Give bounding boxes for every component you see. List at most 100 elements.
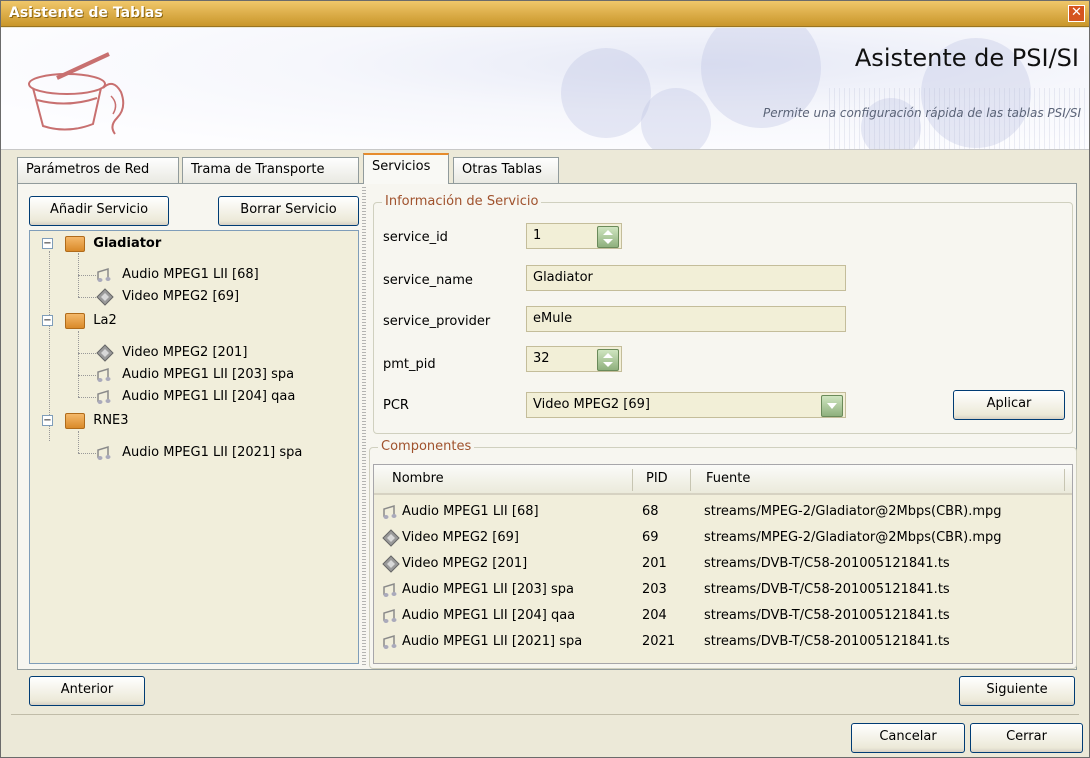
close-button[interactable]: Cerrar (970, 723, 1083, 753)
collapse-icon[interactable]: − (42, 238, 53, 249)
collapse-icon[interactable]: − (42, 315, 53, 326)
table-row[interactable]: Audio MPEG1 LII [203] spa 203 streams/DV… (374, 577, 1072, 603)
video-icon (96, 343, 114, 362)
tree-leaf[interactable]: Video MPEG2 [201] (96, 342, 247, 364)
service-provider-field[interactable]: eMule (526, 306, 846, 332)
table-row[interactable]: Audio MPEG1 LII [204] qaa 204 streams/DV… (374, 603, 1072, 629)
video-icon (382, 529, 400, 547)
audio-icon (383, 504, 397, 519)
component-pid: 204 (642, 608, 667, 623)
audio-icon (97, 389, 111, 404)
window-title: Asistente de Tablas (9, 5, 163, 21)
service-id-value: 1 (533, 228, 542, 243)
component-pid: 201 (642, 556, 667, 571)
component-name: Video MPEG2 [201] (402, 556, 528, 571)
component-pid: 2021 (642, 634, 676, 649)
components-legend: Componentes (378, 439, 475, 454)
service-provider-label: service_provider (383, 314, 491, 329)
component-source: streams/MPEG-2/Gladiator@2Mbps(CBR).mpg (704, 504, 1002, 519)
table-row[interactable]: Video MPEG2 [69] 69 streams/MPEG-2/Gladi… (374, 525, 1072, 551)
tree-node-label: RNE3 (93, 413, 129, 428)
tree-node-label: Gladiator (93, 236, 162, 251)
audio-icon (383, 634, 397, 649)
tree-node-gladiator[interactable]: − Gladiator (42, 233, 161, 255)
component-name: Video MPEG2 [69] (402, 530, 519, 545)
tree-node-la2[interactable]: − La2 (42, 310, 117, 332)
pcr-label: PCR (383, 398, 409, 413)
chevron-down-icon[interactable] (821, 395, 843, 417)
tree-leaf[interactable]: Audio MPEG1 LII [204] qaa (96, 386, 295, 408)
spin-icon[interactable] (597, 349, 619, 371)
tab-transport-stream[interactable]: Trama de Transporte (182, 157, 359, 183)
table-row[interactable]: Video MPEG2 [201] 201 streams/DVB-T/C58-… (374, 551, 1072, 577)
component-pid: 69 (642, 530, 659, 545)
video-icon (96, 287, 114, 306)
service-id-label: service_id (383, 230, 448, 245)
component-source: streams/DVB-T/C58-201005121841.ts (704, 608, 950, 623)
tree-leaf-label: Video MPEG2 [69] (122, 289, 240, 304)
banner-subheading: Permite una configuración rápida de las … (763, 106, 1081, 120)
component-name: Audio MPEG1 LII [204] qaa (402, 608, 576, 623)
tree-node-rne3[interactable]: − RNE3 (42, 410, 129, 432)
component-pid: 68 (642, 504, 659, 519)
component-name: Audio MPEG1 LII [2021] spa (402, 634, 583, 649)
folder-icon (65, 312, 86, 329)
title-bar[interactable]: Asistente de Tablas ✕ (1, 1, 1089, 27)
tree-leaf[interactable]: Audio MPEG1 LII [68] (96, 264, 259, 286)
component-source: streams/DVB-T/C58-201005121841.ts (704, 556, 950, 571)
add-service-button[interactable]: Añadir Servicio (29, 196, 169, 226)
collapse-icon[interactable]: − (42, 415, 53, 426)
tree-leaf[interactable]: Audio MPEG1 LII [2021] spa (96, 442, 302, 464)
banner: Asistente de PSI/SI Permite una configur… (1, 28, 1089, 150)
tree-leaf[interactable]: Audio MPEG1 LII [203] spa (96, 364, 294, 386)
tab-network-params[interactable]: Parámetros de Red (17, 157, 179, 183)
column-header-pid[interactable]: PID (646, 471, 668, 489)
components-list-header: Nombre PID Fuente (374, 465, 1072, 495)
component-source: streams/DVB-T/C58-201005121841.ts (704, 582, 950, 597)
component-pid: 203 (642, 582, 667, 597)
tab-services[interactable]: Servicios (363, 153, 449, 184)
tree-leaf[interactable]: Video MPEG2 [69] (96, 286, 239, 308)
component-name: Audio MPEG1 LII [68] (402, 504, 539, 519)
component-source: streams/MPEG-2/Gladiator@2Mbps(CBR).mpg (704, 530, 1002, 545)
tree-leaf-label: Audio MPEG1 LII [204] qaa (122, 389, 296, 404)
component-name: Audio MPEG1 LII [203] spa (402, 582, 574, 597)
audio-icon (97, 267, 111, 282)
folder-icon (65, 235, 86, 252)
magic-hat-icon (28, 52, 125, 135)
pcr-select[interactable]: Video MPEG2 [69] (526, 392, 846, 418)
audio-icon (383, 582, 397, 597)
cancel-button[interactable]: Cancelar (851, 723, 965, 753)
service-info-legend: Información de Servicio (382, 194, 542, 209)
column-header-name[interactable]: Nombre (392, 471, 444, 489)
audio-icon (97, 445, 111, 460)
table-row[interactable]: Audio MPEG1 LII [68] 68 streams/MPEG-2/G… (374, 499, 1072, 525)
components-list[interactable]: Nombre PID Fuente Audio MPEG1 LII [68] 6… (373, 464, 1073, 664)
delete-service-button[interactable]: Borrar Servicio (218, 196, 359, 226)
tree-leaf-label: Video MPEG2 [201] (122, 345, 248, 360)
footer-divider (11, 714, 1079, 715)
wizard-window: Asistente de Tablas ✕ Asistente de PSI/S… (0, 0, 1090, 758)
service-id-stepper[interactable]: 1 (526, 223, 622, 249)
services-tree[interactable]: − Gladiator Audio MPEG1 LII [68] Video M… (29, 230, 359, 664)
pmt-pid-stepper[interactable]: 32 (526, 346, 622, 372)
tree-node-label: La2 (93, 313, 117, 328)
previous-button[interactable]: Anterior (29, 676, 145, 706)
video-icon (382, 555, 400, 573)
next-button[interactable]: Siguiente (959, 676, 1075, 706)
pcr-value: Video MPEG2 [69] (533, 397, 650, 412)
audio-icon (383, 608, 397, 623)
service-name-label: service_name (383, 273, 473, 288)
apply-button[interactable]: Aplicar (953, 390, 1065, 420)
table-row[interactable]: Audio MPEG1 LII [2021] spa 2021 streams/… (374, 629, 1072, 655)
panel-splitter[interactable] (362, 187, 366, 665)
banner-heading: Asistente de PSI/SI (854, 44, 1079, 72)
folder-icon (65, 412, 86, 429)
column-header-source[interactable]: Fuente (706, 471, 750, 489)
tree-leaf-label: Audio MPEG1 LII [203] spa (122, 367, 295, 382)
close-icon[interactable]: ✕ (1068, 5, 1085, 22)
spin-icon[interactable] (597, 226, 619, 248)
component-source: streams/DVB-T/C58-201005121841.ts (704, 634, 950, 649)
tab-other-tables[interactable]: Otras Tablas (453, 157, 559, 183)
service-name-field[interactable]: Gladiator (526, 265, 846, 291)
